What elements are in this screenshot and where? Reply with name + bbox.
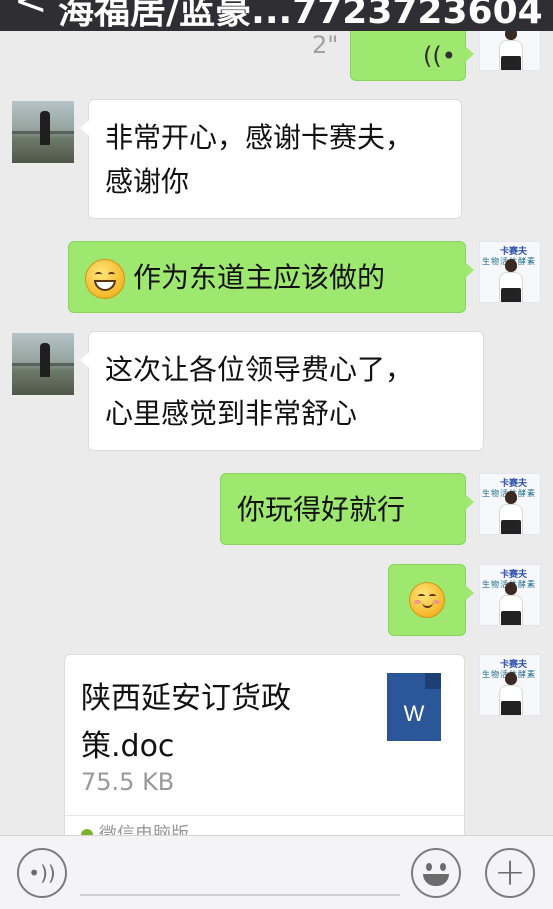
file-source: 微信电脑版 (81, 820, 189, 835)
message-line: 这次让各位领导费心了， (105, 353, 414, 386)
message-text: 你玩得好就行 (237, 493, 406, 526)
my-avatar[interactable]: 卡赛夫 生物活体酵素 (479, 473, 541, 535)
voice-duration: 2" (312, 31, 339, 59)
file-message-card[interactable]: 陕西延安订货政 策.doc W 75.5 KB 微信电脑版 (64, 654, 465, 835)
my-avatar[interactable]: 卡赛夫 生物活体酵素 (479, 564, 541, 626)
divider (65, 815, 464, 816)
file-size: 75.5 KB (81, 768, 175, 796)
contact-avatar[interactable] (12, 101, 74, 163)
contact-avatar[interactable] (12, 333, 74, 395)
message-line: 非常开心，感谢卡赛夫， (105, 121, 414, 154)
emoji-button[interactable] (411, 848, 461, 898)
more-plus-button[interactable]: + (485, 848, 535, 898)
word-doc-icon: W (387, 673, 441, 741)
message-line: 感谢你 (105, 165, 190, 198)
voice-wave-icon: ((• (423, 42, 456, 70)
blush-emoji-icon (409, 582, 445, 618)
message-line: 心里感觉到非常舒心 (105, 397, 358, 430)
voice-message-bubble[interactable]: ((• (350, 31, 474, 81)
chat-area[interactable]: 2" ((• 非常开心，感谢卡赛夫， 感谢你 卡赛夫 生物活体酵素 作为东道主应… (0, 31, 553, 835)
message-input[interactable] (80, 894, 400, 896)
message-text: 作为东道主应该做的 (133, 261, 386, 294)
file-name: 陕西延安订货政 策.doc (81, 681, 291, 764)
title-bar: < 海福居/蓝豪...7723723604 (0, 0, 553, 31)
emoji-message-bubble[interactable] (388, 564, 474, 636)
message-bubble-incoming[interactable]: 这次让各位领导费心了， 心里感觉到非常舒心 (80, 331, 484, 451)
chat-title: 海福居/蓝豪...7723723604 (58, 0, 543, 31)
back-icon[interactable]: < (14, 0, 48, 24)
my-avatar[interactable] (479, 31, 541, 71)
message-bubble-outgoing[interactable]: 你玩得好就行 (220, 473, 474, 545)
message-bubble-outgoing[interactable]: 作为东道主应该做的 (68, 241, 474, 313)
my-avatar[interactable]: 卡赛夫 生物活体酵素 (479, 241, 541, 303)
message-bubble-incoming[interactable]: 非常开心，感谢卡赛夫， 感谢你 (80, 99, 462, 219)
voice-input-button[interactable]: •)) (17, 848, 67, 898)
grin-emoji-icon (85, 259, 125, 299)
my-avatar[interactable]: 卡赛夫 生物活体酵素 (479, 654, 541, 716)
input-bar: •)) + (0, 835, 553, 909)
